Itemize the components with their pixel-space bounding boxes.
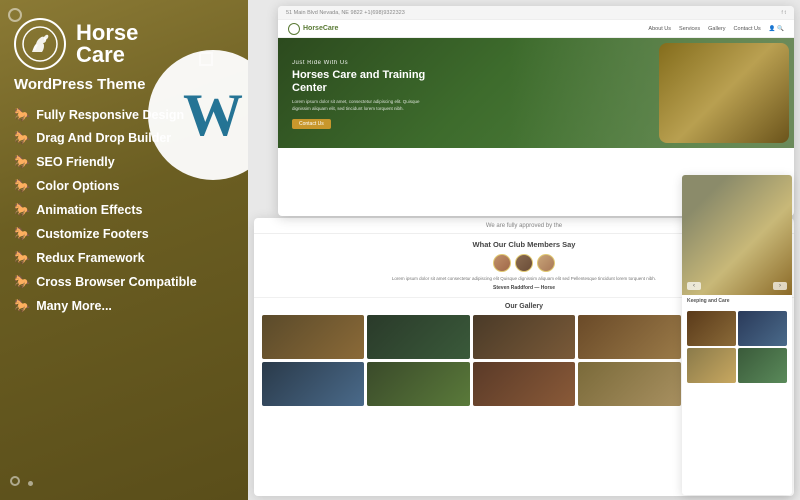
- rp-gi-4: [738, 348, 787, 383]
- rp-hero-image: ‹ ›: [682, 175, 792, 295]
- feature-icon-5: 🐎: [14, 202, 30, 219]
- gallery-item-7: [367, 362, 469, 406]
- rp-gi-2: [738, 311, 787, 346]
- rp-navigation: ‹ ›: [687, 282, 787, 290]
- rp-horse-photo: [682, 175, 792, 295]
- testimonial-body: Lorem ipsum dolor sit amet consectetur a…: [384, 276, 664, 283]
- avatar-3: [537, 254, 555, 272]
- horse-image: [659, 43, 789, 143]
- sidebar: Horse Care WordPress Theme W 🐎 Fully Res…: [0, 0, 248, 500]
- hero-description: Lorem ipsum dolor sit amet, consectetur …: [292, 99, 422, 112]
- rp-next-arrow[interactable]: ›: [773, 282, 787, 290]
- rp-label: Keeping and Care: [682, 295, 792, 307]
- preview-area: 51 Main Blvd Nevada, NE 9822 +1(698)9322…: [248, 0, 800, 500]
- nav-brand: HorseCare: [288, 23, 338, 35]
- logo-care: Care: [76, 43, 138, 67]
- avatar-1: [493, 254, 511, 272]
- gallery-item-2: [367, 315, 469, 359]
- wp-logo-symbol: W: [183, 85, 243, 145]
- feature-item-5: 🐎 Animation Effects: [14, 199, 234, 223]
- logo-text: Horse Care: [76, 21, 138, 66]
- nav-link-2[interactable]: Services: [679, 26, 700, 32]
- browser-address-bar: 51 Main Blvd Nevada, NE 9822 +1(698)9322…: [278, 6, 794, 20]
- gallery-item-4: [578, 315, 680, 359]
- nav-link-3[interactable]: Gallery: [708, 26, 725, 32]
- feature-icon-9: 🐎: [14, 298, 30, 315]
- nav-brand-icon: [288, 23, 300, 35]
- feature-item-8: 🐎 Cross Browser Compatible: [14, 270, 234, 294]
- right-side-panel: ‹ › Keeping and Care: [682, 175, 792, 495]
- feature-label-7: Redux Framework: [36, 250, 144, 266]
- dot-decoration-tl: [8, 8, 22, 22]
- feature-icon-1: 🐎: [14, 107, 30, 124]
- feature-label-3: SEO Friendly: [36, 154, 115, 170]
- nav-brand-text: HorseCare: [303, 25, 338, 32]
- feature-icon-2: 🐎: [14, 130, 30, 147]
- nav-link-4[interactable]: Contact Us: [734, 26, 761, 32]
- dot-decoration-bl: [10, 476, 20, 486]
- nav-link-5[interactable]: 👤 🔍: [769, 26, 784, 32]
- feature-icon-3: 🐎: [14, 154, 30, 171]
- rp-mini-gallery: [682, 307, 792, 387]
- gallery-item-6: [262, 362, 364, 406]
- gallery-item-8: [473, 362, 575, 406]
- address-text: 51 Main Blvd Nevada, NE 9822 +1(698)9322…: [286, 10, 405, 16]
- feature-item-6: 🐎 Customize Footers: [14, 222, 234, 246]
- feature-label-4: Color Options: [36, 178, 119, 194]
- feature-item-7: 🐎 Redux Framework: [14, 246, 234, 270]
- hero-title: Horses Care and Training Center: [292, 69, 432, 95]
- hero-image: [510, 38, 794, 148]
- gallery-item-1: [262, 315, 364, 359]
- rp-gi-3: [687, 348, 736, 383]
- horse-icon: [22, 26, 58, 62]
- nav-link-1[interactable]: About Us: [648, 26, 671, 32]
- social-icons: f t: [781, 10, 786, 16]
- rp-gi-1: [687, 311, 736, 346]
- hero-text-area: Just Ride With Us Horses Care and Traini…: [292, 60, 432, 130]
- browser-hero: Just Ride With Us Horses Care and Traini…: [278, 38, 794, 148]
- feature-item-9: 🐎 Many More...: [14, 294, 234, 318]
- rp-prev-arrow[interactable]: ‹: [687, 282, 701, 290]
- feature-icon-6: 🐎: [14, 226, 30, 243]
- hero-subtitle: Just Ride With Us: [292, 60, 432, 66]
- feature-icon-8: 🐎: [14, 274, 30, 291]
- nav-links: About Us Services Gallery Contact Us 👤 🔍: [648, 26, 784, 32]
- logo-icon: [14, 18, 66, 70]
- gallery-item-3: [473, 315, 575, 359]
- avatar-2: [515, 254, 533, 272]
- gallery-item-9: [578, 362, 680, 406]
- browser-navbar: HorseCare About Us Services Gallery Cont…: [278, 20, 794, 38]
- square-decoration: [199, 52, 213, 66]
- approved-text: We are fully approved by the: [486, 223, 562, 229]
- hero-cta-button[interactable]: Contact Us: [292, 119, 331, 129]
- feature-label-8: Cross Browser Compatible: [36, 274, 196, 290]
- feature-label-5: Animation Effects: [36, 202, 142, 218]
- feature-icon-7: 🐎: [14, 250, 30, 267]
- feature-label-9: Many More...: [36, 298, 112, 314]
- feature-icon-4: 🐎: [14, 178, 30, 195]
- feature-label-6: Customize Footers: [36, 226, 149, 242]
- dot-decoration-bm: [28, 481, 33, 486]
